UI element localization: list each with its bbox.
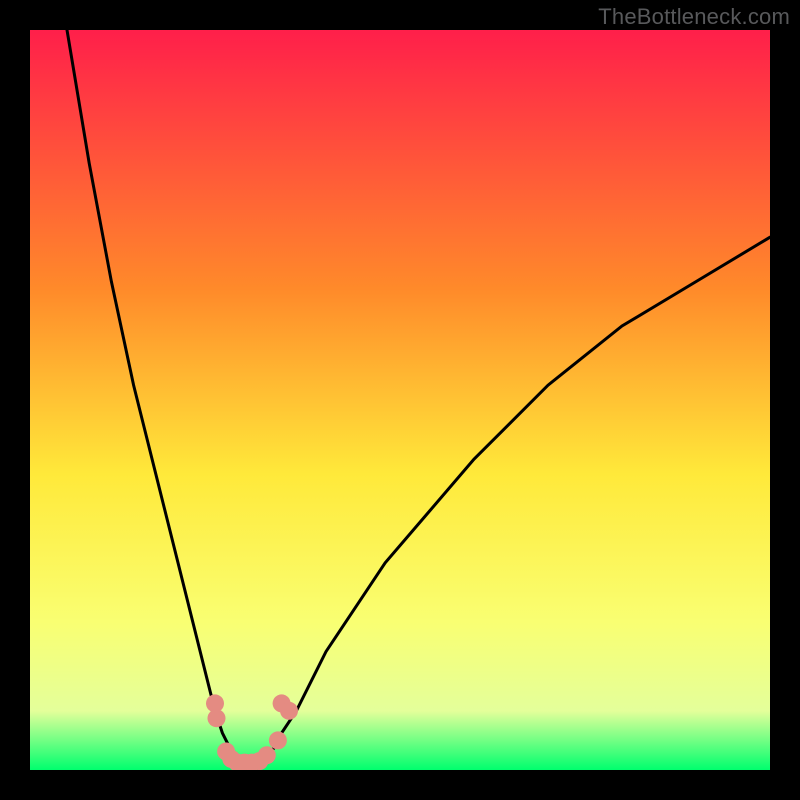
plot-svg [30, 30, 770, 770]
gradient-background [30, 30, 770, 770]
chart-frame: TheBottleneck.com [0, 0, 800, 800]
watermark-text: TheBottleneck.com [598, 4, 790, 30]
data-marker [208, 709, 226, 727]
data-marker [258, 746, 276, 764]
data-marker [269, 731, 287, 749]
data-marker [280, 702, 298, 720]
plot-area [30, 30, 770, 770]
